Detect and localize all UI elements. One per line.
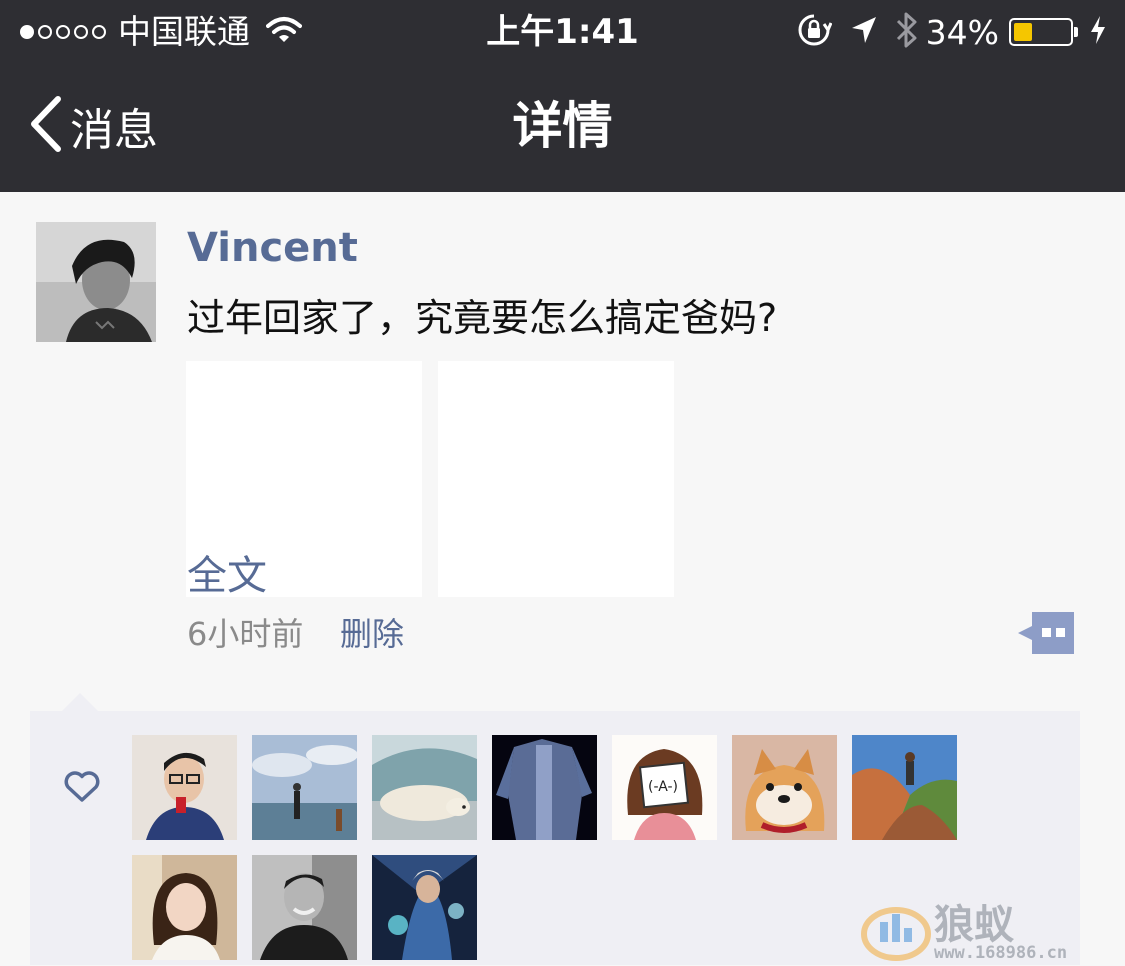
full-text-link[interactable]: 全文 xyxy=(187,548,267,604)
battery-icon xyxy=(1009,18,1078,46)
status-right: 34% xyxy=(796,10,1107,54)
liker-avatar-10[interactable] xyxy=(372,855,477,960)
liker-avatar-5[interactable]: (-A-) xyxy=(612,735,717,840)
svg-text:www.168986.cn: www.168986.cn xyxy=(934,943,1067,962)
delete-button[interactable]: 删除 xyxy=(340,610,404,658)
liker-avatar-3[interactable] xyxy=(372,735,477,840)
liker-avatar-2[interactable] xyxy=(252,735,357,840)
bluetooth-icon xyxy=(894,10,920,54)
liker-avatar-1[interactable] xyxy=(132,735,237,840)
likes-pointer xyxy=(62,693,98,711)
liker-avatar-8[interactable] xyxy=(132,855,237,960)
author-avatar[interactable] xyxy=(36,222,156,342)
charging-icon xyxy=(1089,15,1107,49)
liker-avatar-6[interactable] xyxy=(732,735,837,840)
page-title: 详情 xyxy=(512,97,613,155)
location-icon xyxy=(850,15,878,49)
post-text: 过年回家了，究竟要怎么搞定爸妈? xyxy=(187,296,778,340)
battery-fill xyxy=(1014,23,1033,41)
battery-nub xyxy=(1074,27,1078,37)
author-name[interactable]: Vincent xyxy=(187,222,358,274)
comment-icon xyxy=(1018,612,1074,654)
status-bar: 中国联通 上午1:41 34% xyxy=(0,0,1125,64)
header: 中国联通 上午1:41 34% 消息 详情 xyxy=(0,0,1125,192)
svg-text:狼蚁: 狼蚁 xyxy=(934,902,1015,948)
post-time: 6小时前 xyxy=(187,615,304,653)
rotation-lock-icon xyxy=(796,12,833,52)
liker-avatar-4[interactable] xyxy=(492,735,597,840)
nav-bar: 消息 详情 xyxy=(0,64,1125,192)
post-image-2[interactable] xyxy=(438,361,674,597)
liker-avatar-9[interactable] xyxy=(252,855,357,960)
comment-button[interactable] xyxy=(1018,612,1074,654)
battery-percentage: 34% xyxy=(925,12,999,52)
heart-icon xyxy=(64,771,100,807)
watermark-logo: 狼蚁 www.168986.cn xyxy=(860,898,1122,963)
liker-avatar-7[interactable] xyxy=(852,735,957,840)
svg-text:(-A-): (-A-) xyxy=(648,779,678,795)
